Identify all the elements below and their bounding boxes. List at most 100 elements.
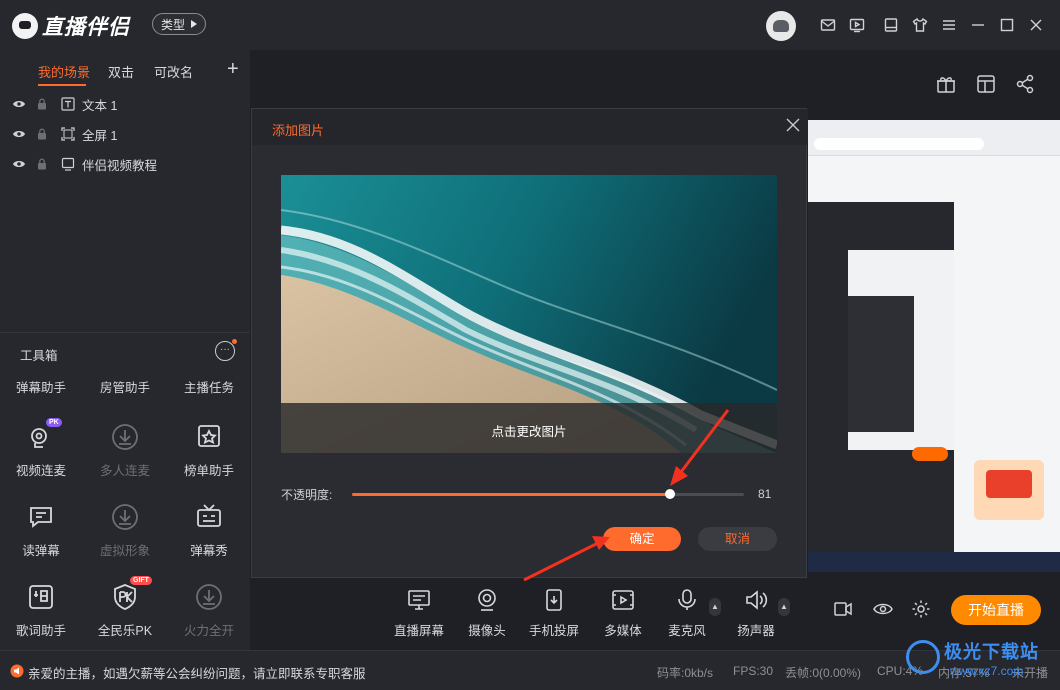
eye-icon[interactable] <box>12 159 26 169</box>
source-label: 手机投屏 <box>528 624 579 638</box>
mail-icon[interactable] <box>819 16 837 34</box>
ranking-icon <box>194 422 224 452</box>
tool-room-admin[interactable]: 房管助手 <box>84 377 166 396</box>
gift-badge: GIFT <box>130 576 152 585</box>
confirm-button[interactable]: 确定 <box>603 527 681 551</box>
tool-label: 视频连麦 <box>15 464 66 478</box>
source-camera[interactable]: 摄像头 <box>457 586 517 638</box>
tool-danmaku-helper[interactable]: 弹幕助手 <box>0 377 82 396</box>
read-comment-icon <box>26 502 56 532</box>
source-multimedia[interactable]: 多媒体 <box>593 586 653 638</box>
live-companion-app: 直播伴侣 类型 我的场景 双击 可改名 + 文本 1 全屏 1 伴侣视频教程 工… <box>0 0 1060 690</box>
close-icon[interactable] <box>1027 16 1045 34</box>
cancel-button[interactable]: 取消 <box>698 527 777 551</box>
minimize-icon[interactable] <box>969 16 987 34</box>
preview-eye-icon[interactable] <box>873 599 893 619</box>
app-name: 直播伴侣 <box>42 16 130 39</box>
user-avatar[interactable] <box>766 11 796 41</box>
tab-my-scene[interactable]: 我的场景 <box>38 62 90 81</box>
layer-name: 全屏 1 <box>82 128 118 143</box>
share-icon[interactable] <box>1015 74 1035 94</box>
site-watermark: 极光下载站 www.xz7.com <box>898 630 1058 688</box>
mascot-logo-icon <box>12 13 38 39</box>
tab-double-click[interactable]: 双击 <box>108 62 134 81</box>
layer-name: 伴侣视频教程 <box>82 158 158 173</box>
tool-pk[interactable]: GIFT 全民乐PK <box>84 576 166 646</box>
left-panel: 我的场景 双击 可改名 + 文本 1 全屏 1 伴侣视频教程 工具箱 ··· 弹… <box>0 50 250 650</box>
source-label: 麦克风 <box>668 624 706 638</box>
more-options-icon[interactable]: ··· <box>215 339 237 361</box>
tool-danmaku-show[interactable]: 弹幕秀 <box>168 502 250 566</box>
source-microphone[interactable]: 麦克风 <box>657 586 717 638</box>
live-preview-canvas[interactable] <box>808 120 1060 572</box>
layer-item-text[interactable]: 文本 1 <box>0 89 250 119</box>
preview-ad-image <box>974 460 1044 520</box>
tool-read-comments[interactable]: 读弹幕 <box>0 502 82 566</box>
screen-icon <box>407 588 431 612</box>
tool-label: 虚拟形象 <box>99 544 150 558</box>
announcement-icon <box>10 664 24 678</box>
close-icon[interactable] <box>786 118 800 132</box>
lock-icon[interactable] <box>37 128 47 140</box>
source-label: 扬声器 <box>737 624 775 638</box>
download-icon <box>110 502 140 532</box>
text-layer-icon <box>61 97 75 111</box>
source-live-screen[interactable]: 直播屏幕 <box>389 586 449 638</box>
opacity-slider[interactable] <box>352 489 744 499</box>
tv-icon <box>194 502 224 532</box>
start-live-button[interactable]: 开始直播 <box>951 595 1041 625</box>
fps-stat: FPS:30 <box>733 664 774 678</box>
opacity-slider-thumb[interactable] <box>664 489 675 499</box>
layout-icon[interactable] <box>976 74 996 94</box>
tool-multi-link[interactable]: 多人连麦 <box>84 422 166 486</box>
source-label: 多媒体 <box>604 624 642 638</box>
eye-icon[interactable] <box>12 99 26 109</box>
tool-virtual-avatar[interactable]: 虚拟形象 <box>84 502 166 566</box>
pk-shield-icon <box>110 582 140 612</box>
change-image-overlay[interactable]: 点击更改图片 <box>281 403 777 453</box>
tool-label: 读弹幕 <box>22 544 60 558</box>
toolbox-header: 工具箱 ··· <box>0 332 250 368</box>
bitrate-stat: 码率:0kb/s <box>657 666 714 680</box>
type-button[interactable]: 类型 <box>152 13 207 35</box>
media-icon <box>611 588 635 612</box>
video-icon[interactable] <box>848 16 866 34</box>
eye-icon[interactable] <box>12 129 26 139</box>
tool-label: 歌词助手 <box>15 624 66 638</box>
preview-taskbar <box>808 552 1060 572</box>
tool-full-fire[interactable]: 火力全开 <box>168 582 250 646</box>
lock-icon[interactable] <box>37 158 47 170</box>
tab-renamable[interactable]: 可改名 <box>154 62 193 81</box>
tool-lyrics[interactable]: 歌词助手 <box>0 582 82 646</box>
image-preview[interactable]: 点击更改图片 <box>281 175 777 453</box>
tool-ranking[interactable]: 榜单助手 <box>168 422 250 486</box>
tool-host-tasks[interactable]: 主播任务 <box>168 377 250 396</box>
speaker-menu-caret[interactable]: ▲ <box>778 598 790 616</box>
source-phone-cast[interactable]: 手机投屏 <box>524 586 584 638</box>
pk-badge: PK <box>46 418 62 427</box>
source-speaker[interactable]: 扬声器 <box>726 586 786 638</box>
lyrics-icon <box>26 582 56 612</box>
maximize-icon[interactable] <box>998 16 1016 34</box>
microphone-menu-caret[interactable]: ▲ <box>709 598 721 616</box>
opacity-value: 81 <box>758 487 772 501</box>
preview-browser-bar <box>808 120 1060 156</box>
layer-item-fullscreen[interactable]: 全屏 1 <box>0 119 250 149</box>
speaker-icon <box>744 588 768 612</box>
record-video-icon[interactable] <box>833 599 853 619</box>
download-icon <box>194 582 224 612</box>
add-scene-button[interactable]: + <box>227 58 239 81</box>
skin-shirt-icon[interactable] <box>911 16 929 34</box>
gift-box-icon[interactable] <box>936 74 956 94</box>
title-bar: 直播伴侣 类型 <box>0 0 1060 50</box>
layer-item-tutorial[interactable]: 伴侣视频教程 <box>0 149 250 179</box>
menu-icon[interactable] <box>940 16 958 34</box>
fullscreen-layer-icon <box>61 127 75 141</box>
settings-gear-icon[interactable] <box>911 599 931 619</box>
source-label: 摄像头 <box>468 624 506 638</box>
window-mode-icon[interactable] <box>882 16 900 34</box>
tool-video-link[interactable]: PK 视频连麦 <box>0 418 82 486</box>
tool-label: 全民乐PK <box>97 624 153 638</box>
lock-icon[interactable] <box>37 98 47 110</box>
download-icon <box>110 422 140 452</box>
